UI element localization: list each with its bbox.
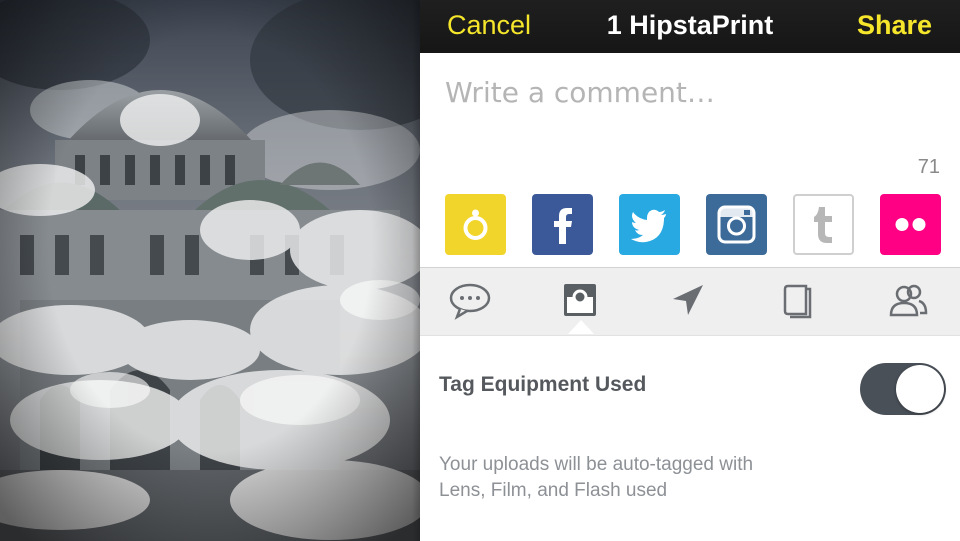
comment-input[interactable]: Write a comment… xyxy=(445,76,715,109)
comment-bubble-icon xyxy=(449,283,491,320)
tag-equipment-toggle[interactable] xyxy=(860,363,946,415)
book-icon xyxy=(783,284,812,319)
people-icon xyxy=(889,284,928,317)
location-arrow-icon xyxy=(673,285,703,315)
tumblr-icon xyxy=(814,207,832,243)
tab-equipment[interactable] xyxy=(558,280,604,320)
hipstamatic-icon xyxy=(463,209,488,240)
selected-tab-indicator xyxy=(568,320,594,334)
twitter-icon xyxy=(631,209,666,243)
tab-album[interactable] xyxy=(776,280,822,320)
share-services-row xyxy=(445,194,941,256)
tag-equipment-label: Tag Equipment Used xyxy=(439,373,647,396)
share-panel: Cancel 1 HipstaPrint Share Write a comme… xyxy=(420,0,960,541)
share-options-tabbar xyxy=(420,267,960,336)
cathedral-photo xyxy=(0,0,420,541)
flickr-button[interactable] xyxy=(880,194,941,255)
camera-equipment-icon xyxy=(564,284,596,316)
facebook-icon xyxy=(554,208,572,244)
facebook-button[interactable] xyxy=(532,194,593,255)
tab-location[interactable] xyxy=(666,280,712,320)
instagram-button[interactable] xyxy=(706,194,767,255)
share-button[interactable]: Share xyxy=(857,10,932,41)
tumblr-button[interactable] xyxy=(793,194,854,255)
tab-comments[interactable] xyxy=(448,280,494,320)
instagram-icon xyxy=(717,205,756,244)
navigation-bar: Cancel 1 HipstaPrint Share xyxy=(420,0,960,53)
toggle-knob xyxy=(896,365,944,413)
tab-people[interactable] xyxy=(886,280,932,320)
twitter-button[interactable] xyxy=(619,194,680,255)
character-counter: 71 xyxy=(917,156,940,178)
tag-equipment-description: Your uploads will be auto-tagged with Le… xyxy=(439,454,754,501)
hipstamatic-button[interactable] xyxy=(445,194,506,255)
flickr-icon xyxy=(895,218,926,231)
cathedral-in-clouds-photo xyxy=(0,0,420,541)
